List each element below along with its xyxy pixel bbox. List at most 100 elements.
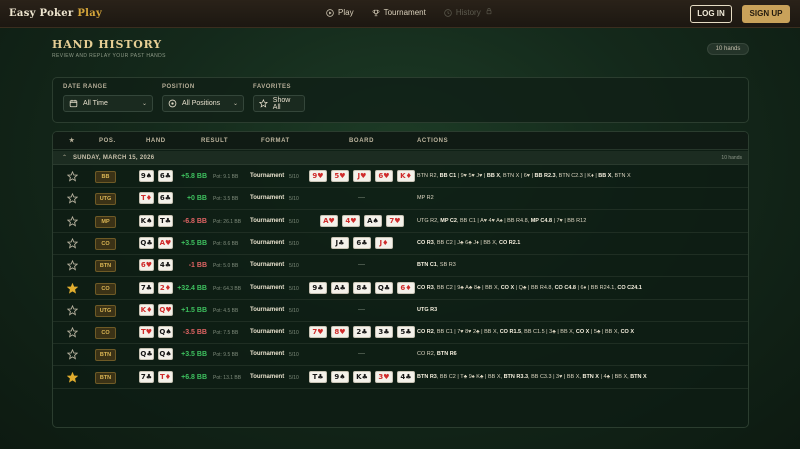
result-value: +6.8 BB [181,373,207,381]
stake-level: 5/10 [289,330,299,337]
nav-link-play[interactable]: Play [326,8,354,17]
date-group-header[interactable]: ⌃ SUNDAY, MARCH 15, 2026 10 hands [53,151,748,165]
page-subtitle: REVIEW AND REPLAY YOUR PAST HANDS [52,53,166,59]
star-outline-icon[interactable] [67,215,78,227]
hole-card: Q♣ [139,236,154,249]
action-log: CO R2, BTN R6 [417,351,457,358]
board-card: 9♥ [309,170,327,182]
login-button[interactable]: LOG IN [690,5,732,23]
lock-icon [486,7,492,14]
signup-button[interactable]: SIGN UP [742,5,790,23]
hole-card: T♣ [158,214,173,227]
table-row[interactable]: CO T♥ Q♠ -3.5 BB Pot: 7.5 BB Tournament 5/10 7♥… [53,322,748,345]
format-label: Tournament [250,373,285,380]
table-row[interactable]: BB 9♠ 6♣ +5.8 BB Pot: 9.1 BB Tournament 5/10 9♥… [53,166,748,188]
pot-size: Pot: 13.1 BB [213,374,242,381]
action-log: BTN C1, SB R3 [417,262,456,269]
table-row[interactable]: CO 7♣ 2♦ +32.4 BB Pot: 64.3 BB Tournament 5/10… [53,278,748,300]
board-card: Q♣ [375,281,393,294]
position-badge: UTG [95,304,116,317]
action-log: BTN R3, BB C2 | T♣ 9♠ K♣ | BB X, BTN R3.… [417,373,647,380]
star-filled-icon[interactable] [67,282,78,294]
hand-history-table: ★ POS. HAND RESULT FORMAT BOARD ACTIONS … [52,131,749,428]
board-card: J♦ [375,236,393,249]
position-badge: CO [95,237,116,250]
hole-card: 7♣ [139,281,154,294]
action-log: MP R2 [417,195,434,202]
nav-link-tournament[interactable]: Tournament [372,8,426,17]
position-select[interactable]: All Positions ⌄ [162,95,244,112]
stake-level: 5/10 [289,263,299,270]
result-value: +5.8 BB [181,173,207,180]
stake-level: 5/10 [289,174,299,180]
hole-card: 6♣ [158,192,173,205]
board-card: A♣ [331,281,349,294]
pot-size: Pot: 9.5 BB [213,352,239,359]
result-value: +0 BB [186,195,207,203]
format-label: Tournament [250,351,285,358]
nav-link-label: Tournament [383,8,426,17]
stake-level: 5/10 [289,307,299,314]
column-header-hand[interactable]: HAND [146,138,166,144]
hole-card: Q♠ [158,326,173,339]
table-row[interactable]: BTN 6♥ 4♣ -1 BB Pot: 5.0 BB Tournament 5/10 — BT… [53,255,748,278]
board-card: 7♥ [386,214,404,227]
star-filled-icon[interactable] [67,371,78,383]
position-badge: BTN [95,349,116,362]
action-log: CO R3, BB C2 | 9♣ A♣ 8♣ | BB X, CO X | Q… [417,284,642,291]
star-outline-icon[interactable] [67,260,78,271]
column-header-actions[interactable]: ACTIONS [417,138,448,144]
favorites-toggle[interactable]: Show All [253,95,305,112]
table-row[interactable]: CO Q♣ A♥ +3.5 BB Pot: 8.6 BB Tournament 5/10 J♣… [53,233,748,255]
stake-level: 5/10 [289,196,299,203]
date-range-value: All Time [83,100,108,107]
table-row[interactable]: UTG K♦ Q♥ +1.5 BB Pot: 4.5 BB Tournament 5/10 —… [53,300,748,322]
board-empty: — [358,305,365,313]
date-range-select[interactable]: All Time ⌄ [63,95,153,112]
brand-logo[interactable]: Easy Poker Play [9,8,102,19]
column-header-pos[interactable]: POS. [99,138,116,144]
position-badge: UTG [95,193,116,206]
hole-card: Q♣ [139,348,154,361]
calendar-icon [69,99,78,108]
column-header-board[interactable]: BOARD [349,138,374,144]
pot-size: Pot: 3.5 BB [213,196,239,203]
position-badge: BTN [95,260,116,273]
board-card: 8♣ [353,281,371,294]
table-row[interactable]: MP K♠ T♣ -6.8 BB Pot: 26.1 BB Tournament 5/10 A… [53,211,748,233]
star-outline-icon[interactable] [67,327,78,338]
star-outline-icon[interactable] [67,237,78,249]
column-header-result[interactable]: RESULT [201,138,228,144]
star-outline-icon[interactable] [67,349,78,360]
nav-link-label: History [455,8,481,17]
format-label: Tournament [250,195,285,202]
action-log: UTG R3 [417,306,438,313]
pot-size: Pot: 64.3 BB [213,285,242,292]
table-row[interactable]: BTN Q♣ Q♠ +3.5 BB Pot: 9.5 BB Tournament 5/10 —… [53,344,748,367]
trophy-icon [372,9,379,16]
column-header-format[interactable]: FORMAT [261,138,290,144]
nav-link-history: History [444,7,493,17]
format-label: Tournament [250,173,285,179]
hole-card: T♦ [139,192,154,205]
column-header-star[interactable]: ★ [69,137,75,144]
top-navbar: Easy Poker Play Play Tournament History … [0,0,800,28]
format-label: Tournament [250,217,285,224]
position-badge: BB [95,171,116,183]
star-outline-icon[interactable] [67,304,78,316]
favorites-value: Show All [272,96,291,111]
table-row[interactable]: UTG T♦ 6♣ +0 BB Pot: 3.5 BB Tournament 5/10 — MP… [53,188,748,211]
table-header: ★ POS. HAND RESULT FORMAT BOARD ACTIONS [53,132,748,150]
board-card: J♥ [353,170,371,182]
pot-size: Pot: 9.1 BB [213,174,239,180]
chevron-up-icon[interactable]: ⌃ [62,154,67,161]
chevron-down-icon: ⌄ [141,101,147,107]
star-outline-icon[interactable] [67,171,78,182]
table-row[interactable]: BTN 7♣ T♦ +6.8 BB Pot: 13.1 BB Tournament 5/10… [53,367,748,389]
board-card: 6♦ [397,281,415,294]
hole-card: 2♦ [158,281,173,294]
format-label: Tournament [250,284,285,291]
board-card: 7♥ [309,326,327,339]
star-outline-icon[interactable] [67,193,78,204]
play-circle-icon [326,8,334,17]
